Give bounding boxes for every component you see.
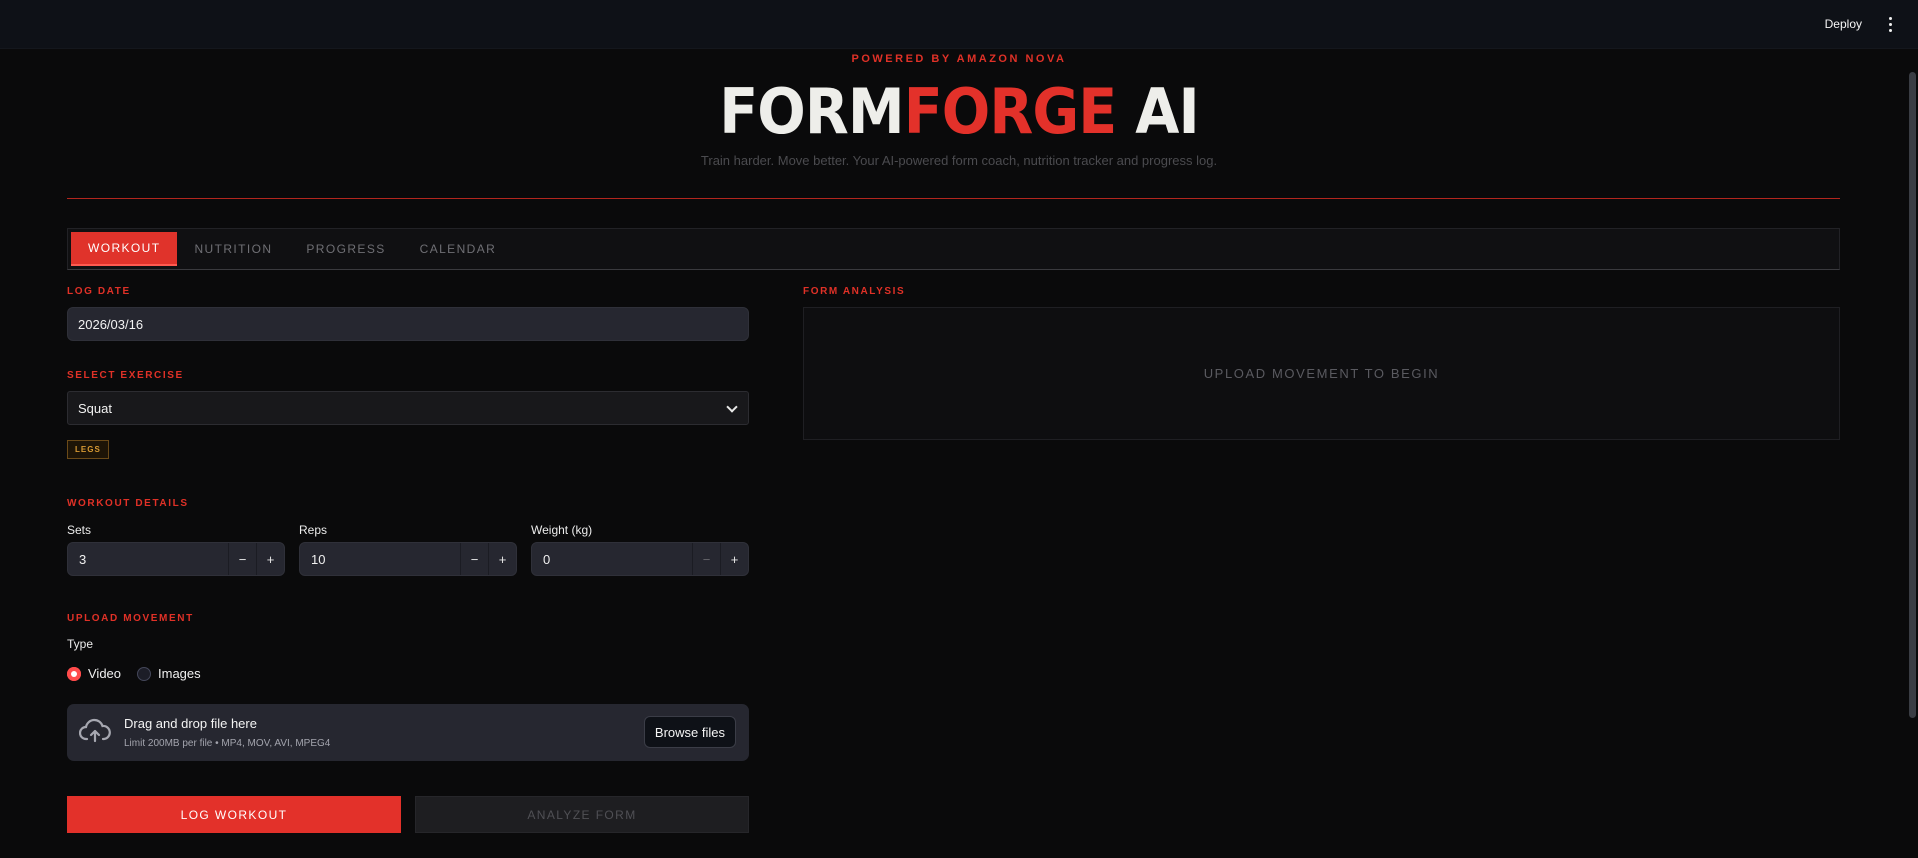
- top-app-bar: Deploy: [0, 0, 1918, 49]
- chevron-down-icon: [726, 401, 738, 413]
- weight-stepper: 0 − +: [531, 542, 749, 576]
- scrollbar[interactable]: [1909, 72, 1916, 718]
- tab-nutrition[interactable]: NUTRITION: [177, 232, 289, 266]
- title-forge: FORGE: [903, 75, 1117, 148]
- radio-video-label[interactable]: Video: [88, 666, 121, 681]
- radio-images-label[interactable]: Images: [158, 666, 201, 681]
- sets-label: Sets: [67, 523, 92, 537]
- reps-stepper: 10 − +: [299, 542, 517, 576]
- form-analysis-placeholder: UPLOAD MOVEMENT TO BEGIN: [1203, 366, 1440, 381]
- form-analysis-panel: UPLOAD MOVEMENT TO BEGIN: [803, 307, 1840, 440]
- tab-workout[interactable]: WORKOUT: [71, 232, 178, 266]
- workout-details-label: WORKOUT DETAILS: [67, 498, 189, 509]
- reps-label: Reps: [299, 523, 328, 537]
- deploy-button[interactable]: Deploy: [1825, 17, 1862, 31]
- sets-value[interactable]: 3: [68, 552, 228, 567]
- title-ai: AI: [1116, 75, 1199, 148]
- tab-calendar[interactable]: CALENDAR: [403, 232, 514, 266]
- dropzone-title: Drag and drop file here: [124, 716, 257, 731]
- dropzone-limit: Limit 200MB per file • MP4, MOV, AVI, MP…: [124, 738, 331, 749]
- powered-by-label: POWERED BY AMAZON NOVA: [851, 53, 1067, 65]
- reps-increment-button[interactable]: +: [488, 543, 516, 575]
- log-date-label: LOG DATE: [67, 286, 131, 297]
- sets-stepper: 3 − +: [67, 542, 285, 576]
- kebab-menu-icon[interactable]: [1884, 14, 1896, 34]
- weight-increment-button[interactable]: +: [720, 543, 748, 575]
- exercise-select[interactable]: Squat: [67, 391, 749, 425]
- form-analysis-label: FORM ANALYSIS: [803, 286, 906, 297]
- weight-value[interactable]: 0: [532, 552, 692, 567]
- sets-increment-button[interactable]: +: [256, 543, 284, 575]
- title-form: FORM: [719, 75, 904, 148]
- tab-bar: WORKOUT NUTRITION PROGRESS CALENDAR: [67, 228, 1840, 270]
- browse-files-button[interactable]: Browse files: [643, 716, 736, 748]
- sets-decrement-button[interactable]: −: [228, 543, 256, 575]
- app-subtitle: Train harder. Move better. Your AI-power…: [700, 153, 1218, 168]
- header-divider: [67, 198, 1840, 199]
- muscle-group-badge: LEGS: [67, 440, 109, 459]
- upload-type-label: Type: [67, 637, 94, 651]
- tab-progress[interactable]: PROGRESS: [289, 232, 402, 266]
- upload-type-radio-group: Video Images: [67, 666, 217, 681]
- log-date-input[interactable]: [67, 307, 749, 341]
- reps-decrement-button[interactable]: −: [460, 543, 488, 575]
- radio-video[interactable]: [67, 666, 81, 681]
- log-workout-button[interactable]: LOG WORKOUT: [67, 796, 401, 833]
- exercise-selected-value: Squat: [78, 400, 112, 416]
- radio-images[interactable]: [137, 666, 152, 681]
- app-title: FORMFORGE AI: [77, 72, 1842, 152]
- select-exercise-label: SELECT EXERCISE: [67, 370, 184, 381]
- cloud-upload-icon: [78, 718, 111, 751]
- weight-decrement-button[interactable]: −: [692, 543, 720, 575]
- weight-label: Weight (kg): [531, 523, 593, 537]
- upload-movement-label: UPLOAD MOVEMENT: [67, 613, 194, 624]
- file-dropzone[interactable]: Drag and drop file here Limit 200MB per …: [67, 704, 749, 761]
- analyze-form-button[interactable]: ANALYZE FORM: [415, 796, 749, 833]
- reps-value[interactable]: 10: [300, 552, 460, 567]
